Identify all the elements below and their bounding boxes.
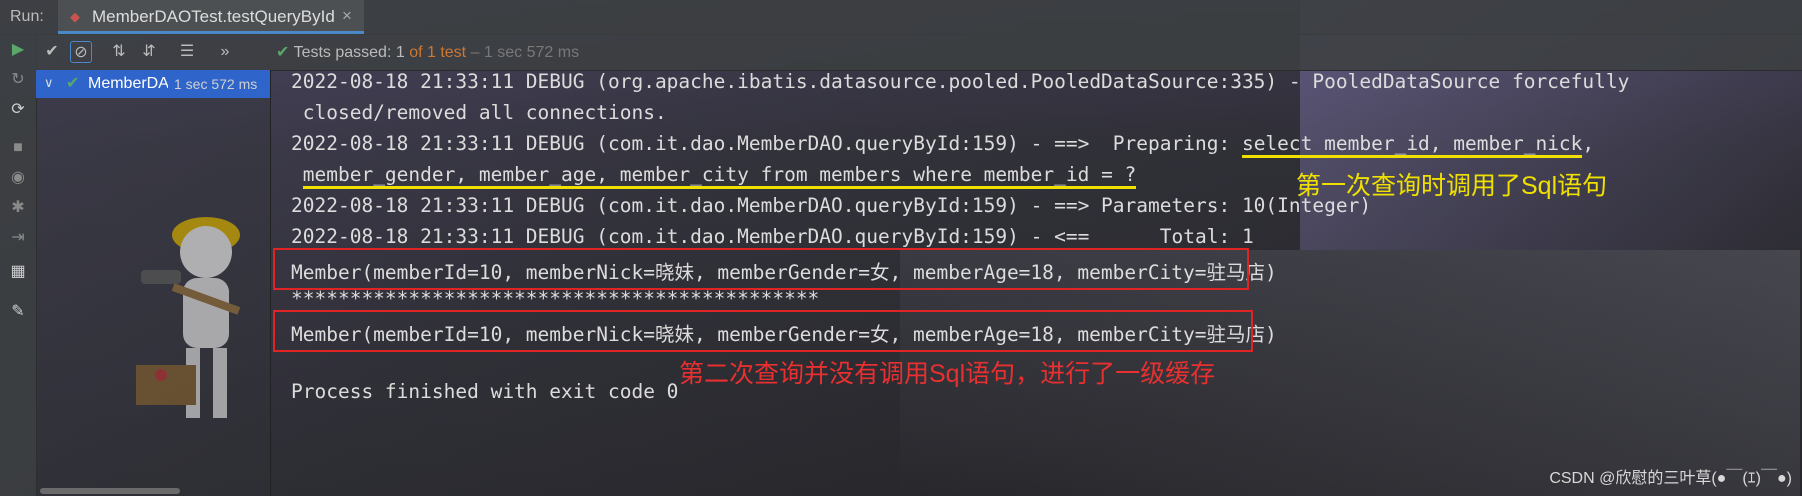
annotation-first-query: 第一次查询时调用了Sql语句 [1296, 172, 1608, 200]
tree-scrollbar[interactable] [40, 488, 180, 494]
close-icon[interactable]: × [342, 6, 352, 26]
console-line: member_gender, member_age, member_city f… [291, 163, 1137, 189]
show-ignored-icon[interactable]: ⊘ [70, 41, 92, 63]
sql-underlined: select member_id, member_nick [1241, 132, 1583, 158]
settings-icon[interactable]: ✱ [8, 198, 28, 218]
console-line: 2022-08-18 21:33:11 DEBUG (com.it.dao.Me… [291, 194, 1372, 217]
tab-title: MemberDAOTest.testQueryById [92, 7, 335, 26]
test-config-icon: ◆ [70, 9, 80, 24]
check-icon: ✔ [276, 44, 290, 61]
console-line: ****************************************… [291, 287, 820, 310]
console-line-suffix: , [1582, 132, 1595, 155]
rerun-failed-icon[interactable]: ↻ [8, 70, 28, 90]
camera-icon[interactable]: ◉ [8, 168, 28, 188]
console-line: Process finished with exit code 0 [291, 380, 679, 403]
sql-underlined: member_gender, member_age, member_city f… [302, 163, 1137, 189]
layout-icon[interactable]: ▦ [8, 262, 28, 282]
watermark: CSDN @欣慰的三叶草(●￣(ｴ)￣●) [1549, 470, 1792, 487]
console-line-prefix: 2022-08-18 21:33:11 DEBUG (com.it.dao.Me… [291, 132, 1242, 155]
console-line: 2022-08-18 21:33:11 DEBUG (com.it.dao.Me… [291, 225, 1254, 248]
test-class-name: MemberDAOTest [88, 75, 168, 92]
mascot-figure-image [136, 217, 241, 418]
expand-all-icon[interactable]: ☰ [176, 41, 198, 63]
test-tree-item[interactable]: ∨ ✔ MemberDAOTest 1 sec 572 ms [36, 70, 270, 98]
annotation-second-query: 第二次查询并没有调用Sql语句，进行了一级缓存 [679, 360, 1216, 388]
console-line: closed/removed all connections. [291, 101, 667, 124]
highlight-box [273, 248, 1249, 290]
console-line: 2022-08-18 21:33:11 DEBUG (com.it.dao.Me… [291, 132, 1595, 158]
run-tool-window-header: Run: ◆ MemberDAOTest.testQueryById × [0, 0, 1802, 35]
test-duration: 1 sec 572 ms [174, 76, 258, 92]
stop-icon[interactable]: ■ [8, 138, 28, 158]
show-passed-icon[interactable]: ✔ [41, 41, 63, 63]
run-config-tab[interactable]: ◆ MemberDAOTest.testQueryById × [58, 0, 364, 34]
console-output[interactable]: 2022-08-18 21:33:11 DEBUG (org.apache.ib… [271, 70, 1802, 496]
run-label: Run: [10, 8, 44, 25]
sort-alpha-icon[interactable]: ⇅ [108, 41, 130, 63]
test-results-toolbar: ✔ ⊘ ⇅ ⇵ ☰ » ✔ Tests passed: 1 of 1 test … [36, 34, 1802, 71]
toggle-auto-test-icon[interactable]: ⟳ [8, 100, 28, 120]
highlight-box [273, 310, 1253, 352]
tests-passed-label: Tests passed: [293, 44, 392, 61]
chevron-down-icon[interactable]: ∨ [44, 75, 54, 91]
tests-status: ✔ Tests passed: 1 of 1 test – 1 sec 572 … [276, 42, 579, 62]
passed-check-icon: ✔ [66, 75, 80, 92]
exit-icon[interactable]: ⇥ [8, 228, 28, 248]
sort-duration-icon[interactable]: ⇵ [138, 41, 160, 63]
test-tree: ∨ ✔ MemberDAOTest 1 sec 572 ms [36, 70, 271, 496]
run-icon[interactable]: ▶ [8, 40, 28, 60]
tests-passed-count: 1 [395, 44, 405, 61]
tests-duration: – 1 sec 572 ms [470, 44, 580, 61]
tests-total: of 1 test [409, 44, 467, 61]
left-vertical-toolbar: ▶ ↻ ⟳ ■ ◉ ✱ ⇥ ▦ ✎ [0, 34, 37, 496]
more-actions-icon[interactable]: » [214, 41, 236, 63]
pin-icon[interactable]: ✎ [8, 302, 28, 322]
console-line: 2022-08-18 21:33:11 DEBUG (org.apache.ib… [291, 70, 1630, 93]
